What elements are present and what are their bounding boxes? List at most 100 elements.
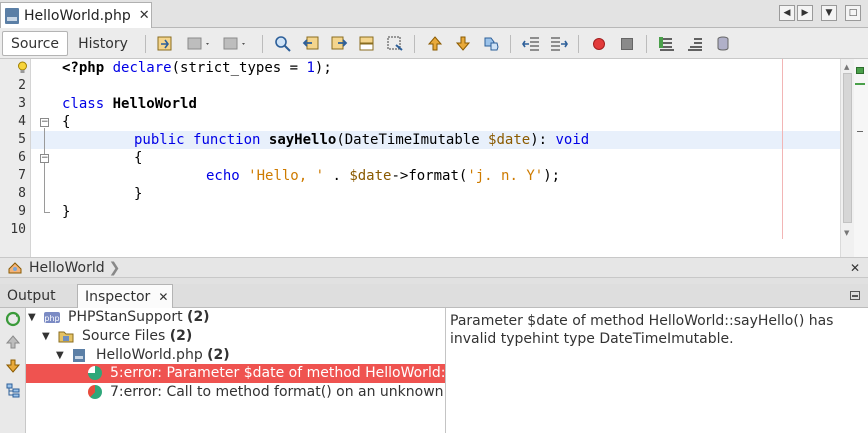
caret-marker[interactable] bbox=[857, 131, 863, 132]
output-panel-tabs: Output Inspector ✕ bbox=[0, 284, 868, 308]
shift-line-left-icon[interactable] bbox=[522, 35, 540, 52]
php-project-icon: php bbox=[44, 312, 60, 323]
toolbar-separator bbox=[414, 35, 415, 53]
line-number: 7 bbox=[18, 168, 26, 183]
breadcrumb-class[interactable]: HelloWorld bbox=[29, 260, 105, 276]
minimize-panel-icon[interactable] bbox=[850, 291, 860, 300]
next-bookmark-icon[interactable] bbox=[454, 35, 472, 52]
expand-toggle-icon[interactable]: ▼ bbox=[42, 327, 50, 346]
close-breadcrumb-icon[interactable]: ✕ bbox=[850, 261, 860, 275]
tab-output[interactable]: Output bbox=[0, 284, 76, 308]
line-number: 2 bbox=[18, 78, 26, 93]
find-next-icon[interactable] bbox=[330, 35, 348, 52]
comment-icon[interactable] bbox=[658, 35, 676, 52]
editor-tab-bar: HelloWorld.php ✕ ◀ ▶ ▼ □ bbox=[0, 0, 868, 28]
toggle-bookmark-icon[interactable] bbox=[482, 35, 500, 52]
close-tab-icon[interactable]: ✕ bbox=[139, 8, 150, 23]
line-number: 3 bbox=[18, 96, 26, 111]
show-opened-documents-button[interactable]: ▼ bbox=[821, 5, 837, 21]
vertical-scrollbar[interactable]: ▲ ▼ bbox=[840, 59, 854, 257]
find-selection-icon[interactable] bbox=[274, 35, 292, 52]
php-file-icon bbox=[5, 7, 19, 24]
toolbar-separator bbox=[578, 35, 579, 53]
code-line-4: { bbox=[62, 114, 71, 130]
tab-inspector[interactable]: Inspector ✕ bbox=[77, 284, 173, 308]
svg-text:php: php bbox=[44, 314, 59, 323]
file-tab-label: HelloWorld.php bbox=[24, 7, 131, 24]
line-number: 5 bbox=[18, 132, 26, 147]
error-pie-icon bbox=[88, 366, 102, 380]
line-number: 10 bbox=[10, 222, 26, 237]
fold-toggle-icon[interactable]: − bbox=[40, 118, 49, 127]
code-line-9: } bbox=[62, 204, 71, 220]
error-stripe[interactable] bbox=[854, 59, 868, 257]
database-icon[interactable] bbox=[714, 35, 732, 52]
toggle-highlight-search-icon[interactable] bbox=[358, 35, 376, 52]
line-number: 6 bbox=[18, 150, 26, 165]
line-number: 9 bbox=[18, 204, 26, 219]
fold-toggle-icon[interactable]: − bbox=[40, 154, 49, 163]
close-inspector-icon[interactable]: ✕ bbox=[158, 290, 168, 304]
lightbulb-hint-icon[interactable] bbox=[17, 61, 28, 75]
code-line-6: { bbox=[134, 150, 143, 166]
scroll-down-icon[interactable]: ▼ bbox=[844, 229, 849, 237]
php-file-icon bbox=[73, 349, 85, 362]
scroll-tabs-right-button[interactable]: ▶ bbox=[797, 5, 813, 21]
code-line-1: <?php declare(strict_types = 1); bbox=[62, 60, 332, 76]
right-margin-line bbox=[782, 59, 783, 239]
next-error-icon[interactable] bbox=[5, 358, 21, 374]
change-marker[interactable] bbox=[855, 83, 865, 85]
chevron-right-icon: ❯ bbox=[108, 259, 121, 276]
code-line-3: class HelloWorld bbox=[62, 96, 197, 112]
tab-output-label: Output bbox=[7, 288, 56, 304]
scroll-tabs-left-button[interactable]: ◀ bbox=[779, 5, 795, 21]
uncomment-icon[interactable] bbox=[686, 35, 704, 52]
back-dropdown-icon[interactable] bbox=[186, 35, 212, 52]
code-line-5: public function sayHello(DateTimeImutabl… bbox=[134, 132, 590, 148]
start-macro-recording-icon[interactable] bbox=[590, 35, 608, 52]
forward-dropdown-icon[interactable] bbox=[222, 35, 248, 52]
source-folder-icon bbox=[58, 331, 74, 343]
line-number: 8 bbox=[18, 186, 26, 201]
tree-node-error-selected[interactable]: 5:error: Parameter $date of method Hello… bbox=[26, 364, 446, 383]
editor-toolbar: Source History bbox=[0, 28, 868, 59]
code-editor[interactable]: 2 3 4 5 6 7 8 9 10 − − <?php declare(str… bbox=[0, 59, 868, 257]
scrollbar-thumb[interactable] bbox=[843, 73, 852, 223]
refresh-icon[interactable] bbox=[5, 311, 21, 327]
line-number-gutter: 2 3 4 5 6 7 8 9 10 bbox=[0, 59, 31, 257]
error-message: 7:error: Call to method format() on an u… bbox=[110, 384, 445, 400]
last-edit-icon[interactable] bbox=[156, 35, 174, 52]
find-previous-icon[interactable] bbox=[302, 35, 320, 52]
scroll-up-icon[interactable]: ▲ bbox=[844, 63, 849, 71]
toolbar-separator bbox=[145, 35, 146, 53]
tree-view-icon[interactable] bbox=[5, 382, 21, 398]
error-detail-pane: Parameter $date of method HelloWorld::sa… bbox=[446, 308, 868, 433]
maximize-window-button[interactable]: □ bbox=[845, 5, 861, 21]
fold-guide bbox=[44, 128, 45, 212]
previous-error-icon[interactable] bbox=[5, 334, 21, 350]
shift-line-right-icon[interactable] bbox=[550, 35, 568, 52]
toolbar-separator bbox=[646, 35, 647, 53]
fold-guide bbox=[44, 212, 50, 213]
toolbar-separator bbox=[262, 35, 263, 53]
tree-node-label: PHPStanSupport (2) bbox=[68, 309, 210, 325]
line-number: 4 bbox=[18, 114, 26, 129]
history-view-button[interactable]: History bbox=[72, 31, 134, 56]
expand-toggle-icon[interactable]: ▼ bbox=[28, 308, 36, 327]
status-ok-icon bbox=[856, 67, 864, 74]
error-pie-icon bbox=[88, 385, 102, 399]
file-tab-helloworld[interactable]: HelloWorld.php ✕ bbox=[0, 2, 152, 28]
class-icon bbox=[8, 261, 22, 273]
inspector-toolbar bbox=[0, 308, 26, 433]
expand-toggle-icon[interactable]: ▼ bbox=[56, 346, 64, 365]
toolbar-separator bbox=[510, 35, 511, 53]
tree-node-label: Source Files (2) bbox=[82, 328, 193, 344]
toggle-rectangular-selection-icon[interactable] bbox=[386, 35, 404, 52]
source-view-button[interactable]: Source bbox=[2, 31, 68, 56]
error-message: 5:error: Parameter $date of method Hello… bbox=[110, 365, 446, 381]
previous-bookmark-icon[interactable] bbox=[426, 35, 444, 52]
breadcrumb: HelloWorld ❯ ✕ bbox=[0, 257, 868, 278]
code-line-8: } bbox=[134, 186, 143, 202]
inspector-tree[interactable]: ▼ php PHPStanSupport (2) ▼ Source Files … bbox=[26, 308, 446, 433]
stop-macro-recording-icon[interactable] bbox=[618, 35, 636, 52]
